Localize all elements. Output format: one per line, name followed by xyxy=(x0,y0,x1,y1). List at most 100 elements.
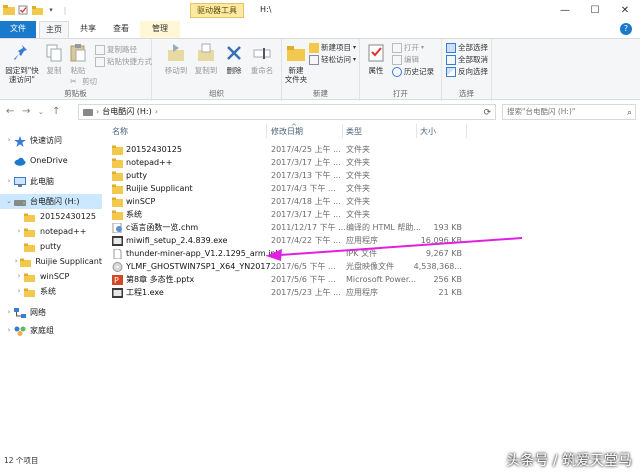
breadcrumb-chevron-icon: › xyxy=(96,107,100,116)
new-folder-button[interactable]: 新建 文件夹 xyxy=(283,42,309,84)
column-type[interactable]: 类型 xyxy=(346,126,362,137)
back-arrow-icon[interactable]: ← xyxy=(6,106,14,117)
refresh-icon[interactable]: ⟳ xyxy=(483,106,491,120)
history-button[interactable]: 历史记录 xyxy=(392,66,434,77)
file-row[interactable]: notepad++ 2017/3/17 上午 ... 文件夹 xyxy=(106,157,466,169)
new-folder-qat-icon[interactable] xyxy=(31,4,43,16)
maximize-icon[interactable]: ☐ xyxy=(580,0,610,20)
properties-qat-icon[interactable] xyxy=(17,4,29,16)
folder-file-icon xyxy=(112,171,123,181)
column-size[interactable]: 大小 xyxy=(420,126,436,137)
nav-item-2[interactable]: › 此电脑 xyxy=(0,174,102,189)
copy-path-button[interactable]: 复制路径 xyxy=(95,44,137,55)
file-row[interactable]: YLMF_GHOSTWIN7SP1_X64_YN2017... 2017/6/5 … xyxy=(106,261,466,273)
tab-share[interactable]: 共享 xyxy=(73,21,103,38)
copy-button[interactable]: 复制 xyxy=(42,42,66,75)
folder-file-icon xyxy=(112,210,123,220)
file-row[interactable]: winSCP 2017/4/18 上午 ... 文件夹 xyxy=(106,196,466,208)
select-all-button[interactable]: 全部选择 xyxy=(446,42,488,53)
cut-button[interactable]: ✂ 剪切 xyxy=(70,76,97,87)
nav-item-5[interactable]: › notepad++ xyxy=(0,224,102,239)
recent-locations-icon[interactable]: ⌄ xyxy=(38,108,44,116)
easy-access-button[interactable]: 轻松访问 ▾ xyxy=(309,54,356,65)
tab-view[interactable]: 查看 xyxy=(106,21,136,38)
nav-item-7[interactable]: › Ruijie Supplicant xyxy=(0,254,102,269)
minimize-icon[interactable]: — xyxy=(550,0,580,20)
copy-to-button[interactable]: 复制到 xyxy=(192,42,220,75)
search-icon[interactable]: ⌕ xyxy=(627,106,632,120)
nav-item-4[interactable]: 20152430125 xyxy=(0,209,102,224)
iso-file-icon xyxy=(112,262,123,272)
file-row[interactable]: 工程1.exe 2017/5/23 上午 ... 应用程序 21 KB xyxy=(106,287,466,299)
folder-icon xyxy=(24,212,36,222)
file-row[interactable]: thunder-miner-app_V1.2.1295_arm.ipk IPK 文… xyxy=(106,248,466,260)
tab-manage[interactable]: 管理 xyxy=(140,21,180,38)
open-button[interactable]: 打开 ▾ xyxy=(392,42,424,53)
nav-item-9[interactable]: › 系统 xyxy=(0,284,102,299)
chevron-icon[interactable]: › xyxy=(4,174,14,189)
chevron-icon[interactable]: › xyxy=(14,284,24,299)
nav-item-0[interactable]: › 快速访问 xyxy=(0,133,102,148)
paste-shortcut-button[interactable]: 粘贴快捷方式 xyxy=(95,56,152,67)
file-date: 2017/4/3 下午 ... xyxy=(271,184,336,193)
qat-dropdown-icon[interactable]: ▾ xyxy=(45,4,57,16)
properties-button[interactable]: 属性 xyxy=(364,42,388,75)
copy-to-label: 复制到 xyxy=(194,66,218,75)
invert-selection-icon xyxy=(446,66,456,77)
nav-item-3[interactable]: ⌄ 台电酷闪 (H:) xyxy=(0,194,102,209)
exe-file-icon xyxy=(112,288,123,298)
search-box[interactable]: 搜索"台电酷闪 (H:)" ⌕ xyxy=(502,104,636,120)
file-row[interactable]: c语言函数一览.chm 2011/12/17 下午 ... 编译的 HTML 帮助.… xyxy=(106,222,466,234)
copy-path-label: 复制路径 xyxy=(107,45,137,54)
easy-access-label: 轻松访问 xyxy=(321,55,351,64)
nav-item-11[interactable]: › 家庭组 xyxy=(0,323,102,338)
folder-icon xyxy=(24,272,36,282)
column-name[interactable]: 名称 xyxy=(112,126,128,137)
chevron-icon[interactable]: › xyxy=(4,305,14,320)
nav-item-8[interactable]: › winSCP xyxy=(0,269,102,284)
chevron-icon[interactable]: › xyxy=(4,133,14,148)
nav-item-1[interactable]: OneDrive xyxy=(0,153,102,168)
forward-arrow-icon[interactable]: → xyxy=(22,106,30,117)
properties-icon xyxy=(368,44,384,62)
column-separator[interactable] xyxy=(266,124,267,138)
nav-item-6[interactable]: putty xyxy=(0,239,102,254)
breadcrumb-drive[interactable]: 台电酷闪 (H:) xyxy=(102,105,152,119)
file-row[interactable]: P 第8章 多态性.pptx 2017/5/6 下午 ... Microsoft Po… xyxy=(106,274,466,286)
delete-button[interactable]: 删除 xyxy=(223,42,245,75)
select-none-button[interactable]: 全部取消 xyxy=(446,54,488,65)
paste-button[interactable]: 粘贴 xyxy=(66,42,90,75)
tab-home[interactable]: 主页 xyxy=(39,21,69,38)
chevron-icon[interactable]: › xyxy=(4,323,14,338)
file-row[interactable]: 系统 2017/3/17 上午 ... 文件夹 xyxy=(106,209,466,221)
column-separator[interactable] xyxy=(466,124,467,138)
close-icon[interactable]: ✕ xyxy=(610,0,640,20)
rename-button[interactable]: 重命名 xyxy=(248,42,276,75)
file-name: putty xyxy=(126,171,148,180)
column-separator[interactable] xyxy=(416,124,417,138)
invert-selection-button[interactable]: 反向选择 xyxy=(446,66,488,77)
new-item-button[interactable]: 新建项目 ▾ xyxy=(309,42,356,53)
tab-file[interactable]: 文件 xyxy=(0,21,36,38)
chevron-icon[interactable]: › xyxy=(14,269,24,284)
up-arrow-icon[interactable]: ↑ xyxy=(52,106,60,117)
folder-icon xyxy=(24,242,36,252)
file-row[interactable]: miwifi_setup_2.4.839.exe 2017/4/22 下午 ...… xyxy=(106,235,466,247)
chevron-icon[interactable]: ⌄ xyxy=(4,194,14,209)
file-type: 文件夹 xyxy=(346,145,370,154)
pin-quick-access-button[interactable]: 固定到"快速访问" xyxy=(2,42,42,84)
nav-item-10[interactable]: › 网络 xyxy=(0,305,102,320)
column-separator[interactable] xyxy=(342,124,343,138)
column-date[interactable]: 修改日期 xyxy=(271,126,303,137)
address-bar[interactable]: › 台电酷闪 (H:) › ⟳ xyxy=(78,104,496,120)
status-item-count: 12 个项目 xyxy=(4,456,39,465)
file-row[interactable]: 20152430125 2017/4/25 上午 ... 文件夹 xyxy=(106,144,466,156)
ribbon-tabs: 文件 主页 共享 查看 管理 xyxy=(0,21,640,38)
move-to-button[interactable]: 移动到 xyxy=(162,42,190,75)
edit-button[interactable]: 编辑 xyxy=(392,54,419,65)
chevron-icon[interactable]: › xyxy=(14,224,24,239)
help-icon[interactable]: ? xyxy=(620,23,632,35)
file-row[interactable]: putty 2017/3/13 下午 ... 文件夹 xyxy=(106,170,466,182)
chevron-icon[interactable]: › xyxy=(12,254,20,269)
file-row[interactable]: Ruijie Supplicant 2017/4/3 下午 ... 文件夹 xyxy=(106,183,466,195)
